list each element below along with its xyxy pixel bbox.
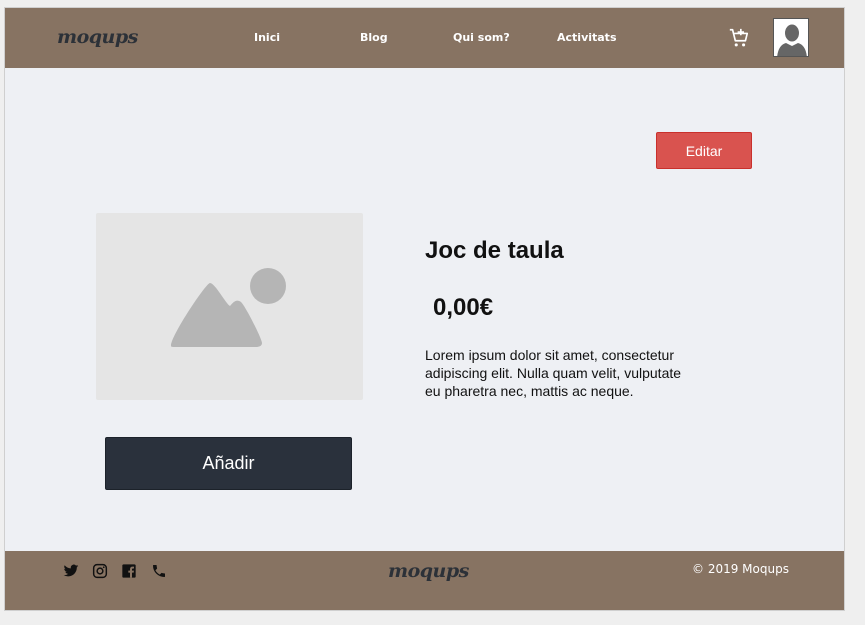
- nav-inici[interactable]: Inici: [254, 31, 280, 44]
- product-title: Joc de taula: [425, 237, 564, 264]
- add-to-cart-button[interactable]: Añadir: [105, 437, 352, 490]
- product-price: 0,00€: [433, 294, 494, 321]
- page-frame: moqups Inici Blog Qui som? Activitats Ed…: [4, 7, 845, 611]
- product-description: Lorem ipsum dolor sit amet, consectetur …: [425, 347, 682, 399]
- header: moqups Inici Blog Qui som? Activitats: [5, 8, 844, 68]
- facebook-icon[interactable]: [121, 563, 137, 579]
- nav-activitats[interactable]: Activitats: [557, 31, 617, 44]
- user-avatar-icon[interactable]: [773, 18, 809, 57]
- footer: moqups © 2019 Moqups: [5, 551, 844, 610]
- nav-blog[interactable]: Blog: [360, 31, 388, 44]
- instagram-icon[interactable]: [92, 563, 108, 579]
- edit-button[interactable]: Editar: [656, 132, 752, 169]
- nav-qui-som[interactable]: Qui som?: [453, 31, 510, 44]
- footer-logo[interactable]: moqups: [388, 560, 469, 582]
- logo[interactable]: moqups: [57, 26, 138, 48]
- twitter-icon[interactable]: [63, 563, 79, 579]
- copyright-text: © 2019 Moqups: [692, 562, 789, 576]
- phone-icon[interactable]: [151, 563, 167, 579]
- image-placeholder-icon: [96, 213, 363, 400]
- cart-add-icon[interactable]: [728, 27, 750, 49]
